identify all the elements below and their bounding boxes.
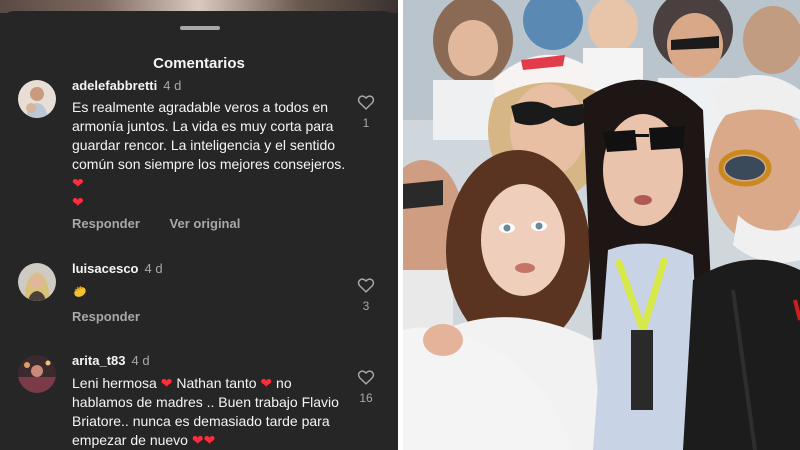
comment-actions: Responder	[72, 309, 140, 324]
heart-outline-icon[interactable]	[357, 94, 375, 110]
like-count: 16	[359, 391, 373, 405]
comment-age: 4 d	[131, 353, 150, 368]
avatar[interactable]	[18, 80, 56, 118]
clap-emoji	[74, 285, 86, 297]
like-count: 3	[362, 299, 370, 313]
heart-outline-icon[interactable]	[357, 369, 375, 385]
heart-outline-icon[interactable]	[357, 277, 375, 293]
reply-button[interactable]: Responder	[72, 309, 140, 324]
comments-panel: Comentarios adelefabbretti 4 d Es realmen…	[0, 0, 398, 450]
red-heart-emoji: ❤	[160, 375, 173, 391]
comment-age: 4 d	[144, 261, 163, 276]
comment-text: Es realmente agradable veros a todos en …	[72, 98, 350, 212]
like-control: 3	[354, 277, 378, 313]
comment-text: Leni hermosa ❤ Nathan tanto ❤ no hablamo…	[72, 374, 350, 450]
drag-handle[interactable]	[180, 26, 220, 30]
red-heart-emoji: ❤❤	[191, 432, 216, 448]
red-heart-emoji: ❤	[72, 175, 84, 191]
comment-header: arita_t83 4 d	[72, 353, 150, 368]
like-count: 1	[362, 116, 370, 130]
comment-username[interactable]: arita_t83	[72, 353, 125, 368]
comment-username[interactable]: luisacesco	[72, 261, 139, 276]
like-control: 1	[354, 94, 378, 130]
selfie-photo-illustration	[403, 0, 800, 450]
like-control: 16	[354, 369, 378, 405]
red-heart-emoji: ❤	[72, 194, 84, 210]
comment-actions: Responder Ver original	[72, 216, 240, 231]
comment-text	[72, 282, 350, 301]
comment-username[interactable]: adelefabbretti	[72, 78, 157, 93]
comment-age: 4 d	[163, 78, 182, 93]
comment-header: luisacesco 4 d	[72, 261, 163, 276]
red-heart-emoji: ❤	[260, 375, 273, 391]
avatar[interactable]	[18, 263, 56, 301]
comment-body-part: Leni hermosa	[72, 375, 157, 391]
comment-body: Es realmente agradable veros a todos en …	[72, 99, 346, 172]
sheet-title: Comentarios	[153, 55, 245, 72]
avatar[interactable]	[18, 355, 56, 393]
comment-body-part: Nathan tanto	[176, 375, 257, 391]
reply-button[interactable]: Responder	[72, 216, 140, 231]
selfie-photo	[403, 0, 800, 450]
see-original-button[interactable]: Ver original	[170, 216, 241, 231]
comment-header: adelefabbretti 4 d	[72, 78, 181, 93]
